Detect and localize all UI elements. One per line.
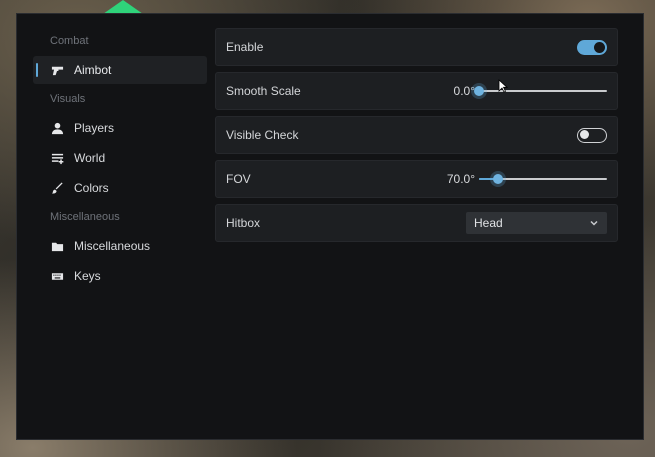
- section-title-combat: Combat: [50, 35, 89, 47]
- setting-row-smooth-scale: Smooth Scale 0.0°: [215, 72, 618, 110]
- enable-label: Enable: [226, 40, 264, 54]
- sidebar-item-label: Keys: [74, 269, 101, 283]
- section-title-visuals: Visuals: [50, 93, 86, 105]
- sidebar-item-label: Colors: [74, 181, 109, 195]
- enable-toggle[interactable]: [577, 39, 607, 55]
- setting-row-fov: FOV 70.0°: [215, 160, 618, 198]
- crosshair-gun-icon: [50, 63, 64, 77]
- hitbox-selected-value: Head: [474, 216, 503, 230]
- sidebar-item-label: Miscellaneous: [74, 239, 151, 253]
- mouse-cursor-icon: [498, 79, 508, 93]
- sidebar-item-label: Aimbot: [74, 63, 112, 77]
- list-add-icon: [50, 151, 64, 165]
- smooth-scale-label: Smooth Scale: [226, 84, 301, 98]
- sidebar-item-miscellaneous[interactable]: Miscellaneous: [33, 232, 207, 260]
- sidebar-item-label: World: [74, 151, 106, 165]
- sidebar-item-aimbot[interactable]: Aimbot: [33, 56, 207, 84]
- toggle-knob: [580, 130, 589, 139]
- fov-slider[interactable]: [479, 172, 607, 186]
- setting-row-hitbox: Hitbox Head: [215, 204, 618, 242]
- hitbox-select[interactable]: Head: [466, 212, 607, 234]
- user-icon: [50, 121, 64, 135]
- settings-panel: Enable Smooth Scale 0.0° Visible Check F…: [215, 28, 618, 248]
- hitbox-label: Hitbox: [226, 216, 261, 230]
- folder-icon: [50, 239, 64, 253]
- fov-value: 70.0°: [446, 172, 475, 186]
- brush-icon: [50, 181, 64, 195]
- chevron-down-icon: [590, 220, 598, 226]
- fov-label: FOV: [226, 172, 251, 186]
- background-logo: [103, 0, 143, 14]
- sidebar-item-colors[interactable]: Colors: [33, 174, 207, 202]
- smooth-scale-value: 0.0°: [453, 84, 475, 98]
- setting-row-visible-check: Visible Check: [215, 116, 618, 154]
- visible-check-toggle[interactable]: [577, 127, 607, 143]
- keyboard-icon: [50, 269, 64, 283]
- setting-row-enable: Enable: [215, 28, 618, 66]
- sidebar-item-world[interactable]: World: [33, 144, 207, 172]
- settings-window: Combat Aimbot Visuals Players World Colo…: [16, 13, 644, 440]
- sidebar-item-players[interactable]: Players: [33, 114, 207, 142]
- slider-thumb[interactable]: [493, 174, 504, 184]
- sidebar: Combat Aimbot Visuals Players World Colo…: [33, 28, 207, 292]
- toggle-knob: [594, 41, 605, 53]
- sidebar-item-label: Players: [74, 121, 115, 135]
- section-title-miscellaneous: Miscellaneous: [50, 211, 120, 223]
- slider-thumb[interactable]: [474, 86, 484, 96]
- visible-check-label: Visible Check: [226, 128, 299, 142]
- sidebar-item-keys[interactable]: Keys: [33, 262, 207, 290]
